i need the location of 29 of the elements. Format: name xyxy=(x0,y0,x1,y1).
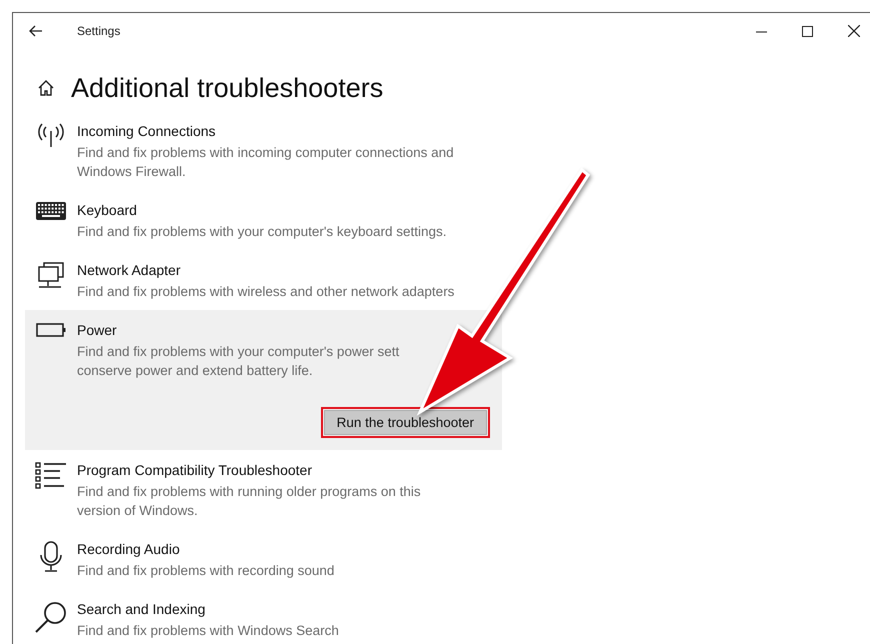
troubleshooter-title[interactable]: Recording Audio xyxy=(77,539,334,559)
troubleshooter-title[interactable]: Network Adapter xyxy=(77,260,454,280)
troubleshooter-title[interactable]: Search and Indexing xyxy=(77,599,339,619)
page-heading: Additional troubleshooters xyxy=(71,72,384,105)
troubleshooter-title[interactable]: Keyboard xyxy=(77,200,446,220)
troubleshooter-description: Find and fix problems with running older programs on this version of Windows. xyxy=(77,483,421,520)
microphone-icon xyxy=(39,541,63,573)
run-troubleshooter-button[interactable]: Run the troubleshooter xyxy=(324,410,487,435)
antenna-icon xyxy=(38,123,64,147)
selected-troubleshooter[interactable]: Power Find and fix problems with your computer's power sett conserve power and extend battery life. Run the troubleshooter xyxy=(25,310,502,450)
troubleshooter-description: Find and fix problems with your computer's power sett conserve power and extend battery life. xyxy=(77,343,400,380)
troubleshooter-description: Find and fix problems with wireless and other network adapters xyxy=(77,283,454,301)
troubleshooter-description: Find and fix problems with your computer's keyboard settings. xyxy=(77,223,446,241)
maximize-icon[interactable] xyxy=(802,26,813,36)
troubleshooter-title[interactable]: Program Compatibility Troubleshooter xyxy=(77,460,421,480)
list-icon xyxy=(35,462,67,490)
back-arrow-icon[interactable] xyxy=(29,25,43,37)
troubleshooter-description: Find and fix problems with Windows Search xyxy=(77,622,339,640)
troubleshooter-description: Find and fix problems with incoming computer connections and Windows Firewall. xyxy=(77,144,454,181)
search-icon xyxy=(35,601,67,633)
monitor-network-icon xyxy=(37,262,65,290)
home-icon[interactable] xyxy=(37,79,55,97)
keyboard-icon xyxy=(36,202,66,220)
close-icon[interactable] xyxy=(848,25,860,37)
battery-icon xyxy=(36,322,66,338)
window-title: Settings xyxy=(77,24,120,38)
troubleshooter-title[interactable]: Incoming Connections xyxy=(77,121,454,141)
troubleshooter-title[interactable]: Power xyxy=(77,320,400,340)
troubleshooter-description: Find and fix problems with recording sound xyxy=(77,562,334,580)
